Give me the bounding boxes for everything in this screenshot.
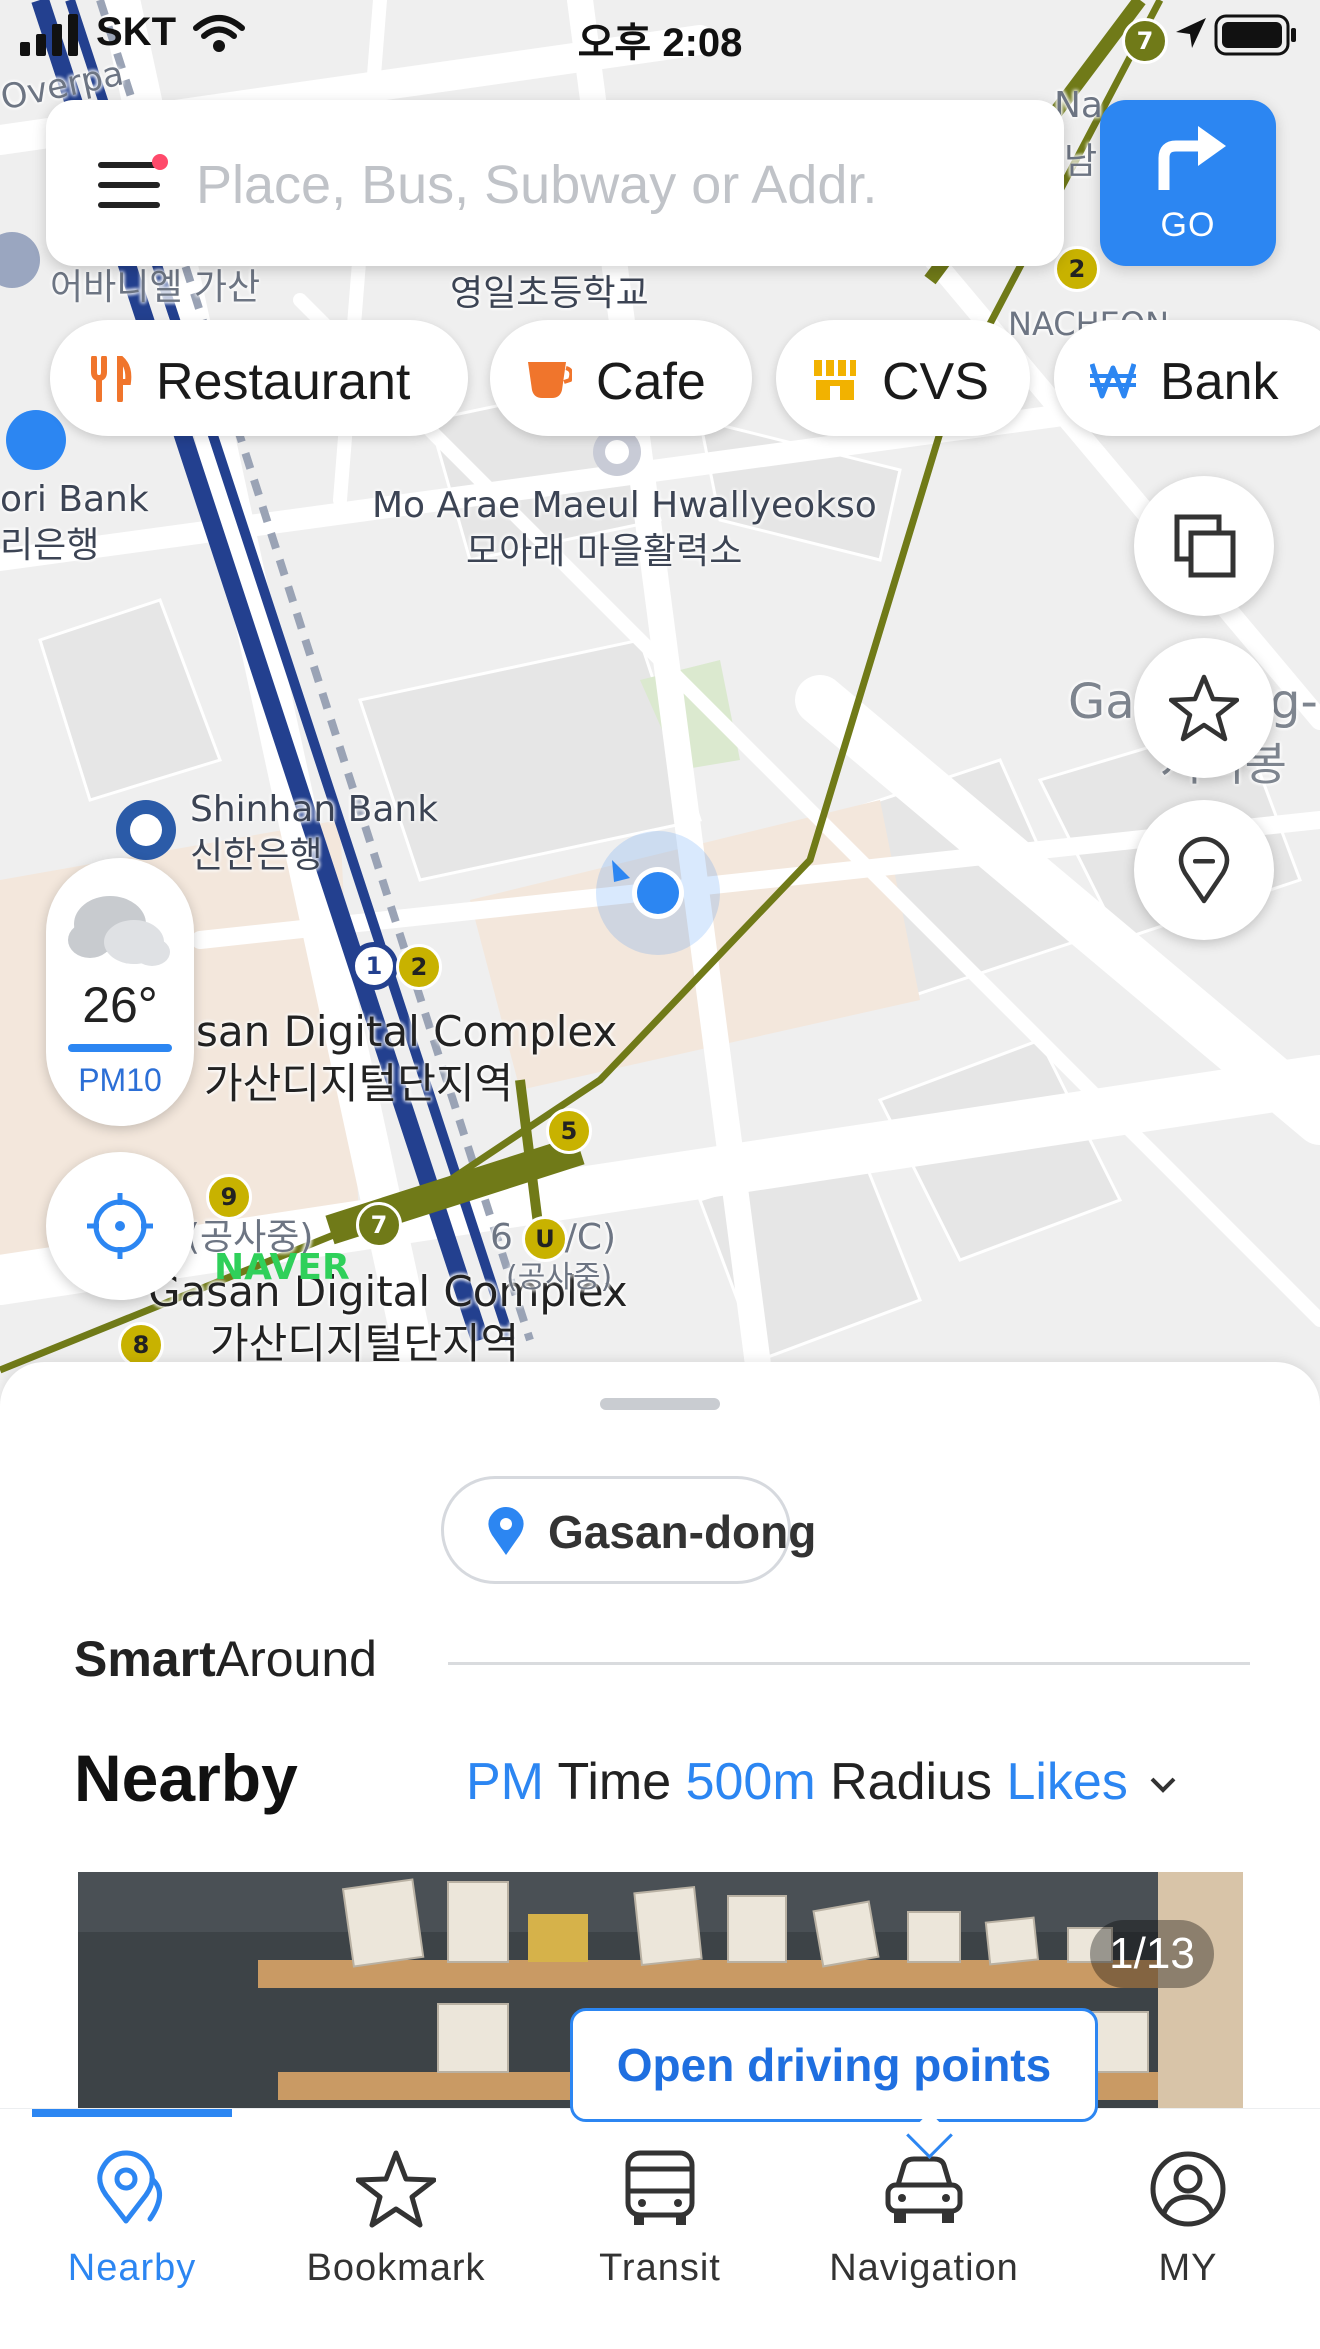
search-bar[interactable]: Place, Bus, Subway or Addr. [46, 100, 1064, 266]
sheet-handle[interactable] [600, 1398, 720, 1410]
station-badge-uc[interactable]: U [522, 1216, 568, 1262]
map-label-bank-left-ko[interactable]: 리은행 [0, 524, 99, 568]
go-label: GO [1160, 206, 1216, 244]
cloud-icon [68, 896, 170, 966]
car-icon [885, 2156, 963, 2223]
station-badge-line-7[interactable]: 7 [356, 1202, 402, 1248]
turn-right-arrow-icon [1158, 126, 1226, 190]
tab-label: Transit [599, 2247, 721, 2289]
category-bank[interactable]: Bank [1054, 320, 1320, 436]
tab-my[interactable]: MY [1056, 2109, 1320, 2349]
coffee-cup-icon [528, 362, 572, 398]
weather-widget[interactable]: 26° PM10 [46, 858, 194, 1126]
location-pin-icon [488, 1507, 524, 1555]
filter-sort-value[interactable]: Likes [1006, 1753, 1127, 1811]
filter-radius-label[interactable]: Radius [830, 1753, 992, 1811]
favorites-button[interactable] [1134, 638, 1274, 778]
map-label-venue[interactable]: Mo Arae Maeul Hwallyeokso [372, 484, 877, 528]
smart-around-bold: Smart [74, 1631, 216, 1687]
go-button[interactable]: GO [1100, 100, 1276, 266]
category-cafe[interactable]: Cafe [490, 320, 752, 436]
map-label-construction-right-2: (공사중) [506, 1260, 613, 1295]
tab-transit[interactable]: Transit [528, 2109, 792, 2349]
map-label-station[interactable]: san Digital Complex [196, 1008, 617, 1056]
won-icon [1090, 363, 1136, 399]
tooltip-text: Open driving points [616, 2039, 1052, 2091]
tab-label: Nearby [67, 2247, 197, 2289]
map-pin-icon [1178, 836, 1230, 904]
chevron-down-icon[interactable] [1148, 1775, 1178, 1795]
smart-around-rest: Around [215, 1631, 377, 1687]
air-quality-label: PM10 [78, 1062, 162, 1098]
air-quality-bar [68, 1044, 172, 1052]
search-input[interactable]: Place, Bus, Subway or Addr. [196, 154, 877, 216]
battery-icon [1214, 14, 1296, 56]
current-location-button[interactable] [46, 1152, 194, 1300]
tab-bookmark[interactable]: Bookmark [264, 2109, 528, 2349]
divider [448, 1662, 1250, 1665]
tab-nearby[interactable]: Nearby [0, 2109, 264, 2349]
drop-pin-button[interactable] [1134, 800, 1274, 940]
map-label-bank-left[interactable]: ori Bank [0, 478, 149, 522]
layers-icon [1174, 514, 1236, 578]
map-label-shinhan-ko[interactable]: 신한은행 [190, 834, 322, 878]
tab-label: Navigation [829, 2247, 1019, 2289]
category-cvs[interactable]: CVS [776, 320, 1030, 436]
map-label-school[interactable]: 영일초등학교 [450, 272, 649, 316]
section-title: Nearby [74, 1741, 298, 1815]
store-icon [814, 360, 856, 400]
driving-points-tooltip[interactable]: Open driving points [570, 2008, 1098, 2159]
map-label-right-edge: Ga [1068, 674, 1135, 730]
map-label-venue-ko[interactable]: 모아래 마을활력소 [466, 530, 742, 574]
tab-label: Bookmark [306, 2247, 486, 2289]
map-label-station-2-ko[interactable]: 가산디지털단지역 [210, 1320, 519, 1368]
station-badge-line-2[interactable]: 2 [396, 944, 442, 990]
location-pill[interactable]: Gasan-dong [441, 1476, 816, 1584]
map-label-building[interactable]: 어바니엘 가산 [50, 266, 260, 310]
filter-bar[interactable]: PM Time 500m Radius Likes [466, 1752, 1178, 1812]
clock: 오후 2:08 [577, 21, 743, 65]
station-badge-top-2[interactable]: 2 [1054, 246, 1100, 292]
photo-counter: 1/13 [1090, 1920, 1214, 1988]
map-label-shinhan[interactable]: Shinhan Bank [190, 788, 438, 832]
location-arrow-icon [1176, 18, 1206, 48]
location-name: Gasan-dong [548, 1506, 817, 1558]
category-label: Bank [1160, 353, 1279, 411]
star-icon [356, 2150, 436, 2228]
temperature: 26° [82, 977, 158, 1033]
category-label: CVS [882, 353, 989, 411]
map-label-station-ko[interactable]: 가산디지털단지역 [204, 1060, 513, 1108]
smart-around-logo: SmartAround [74, 1630, 377, 1688]
category-restaurant[interactable]: Restaurant [50, 320, 468, 436]
crosshair-icon [87, 1193, 153, 1259]
fork-knife-icon [91, 356, 132, 402]
category-label: Restaurant [156, 353, 411, 411]
tab-label: MY [1158, 2247, 1218, 2289]
filter-radius-value[interactable]: 500m [686, 1753, 816, 1811]
station-badge-line-1[interactable]: 1 [350, 942, 398, 990]
tab-bar: Nearby Bookmark Transit Navigation MY [0, 2108, 1320, 2349]
station-badge-line-5[interactable]: 5 [546, 1108, 592, 1154]
star-icon [1169, 674, 1239, 742]
filter-time-value[interactable]: PM [466, 1753, 544, 1811]
bus-icon [625, 2150, 695, 2225]
layers-button[interactable] [1134, 476, 1274, 616]
status-bar: SKT 오후 2:08 [0, 0, 1320, 72]
menu-icon[interactable] [98, 154, 170, 214]
naver-logo: NAVER [214, 1247, 350, 1288]
filter-time-label[interactable]: Time [558, 1753, 672, 1811]
map-label-right-edge-2: g- [1270, 674, 1318, 730]
station-badge-exit-9[interactable]: 9 [206, 1174, 252, 1220]
user-icon [1150, 2151, 1226, 2227]
map-label-top-right-ko: 남 [1064, 141, 1098, 182]
nearby-pin-icon [97, 2150, 162, 2224]
category-label: Cafe [596, 353, 706, 411]
